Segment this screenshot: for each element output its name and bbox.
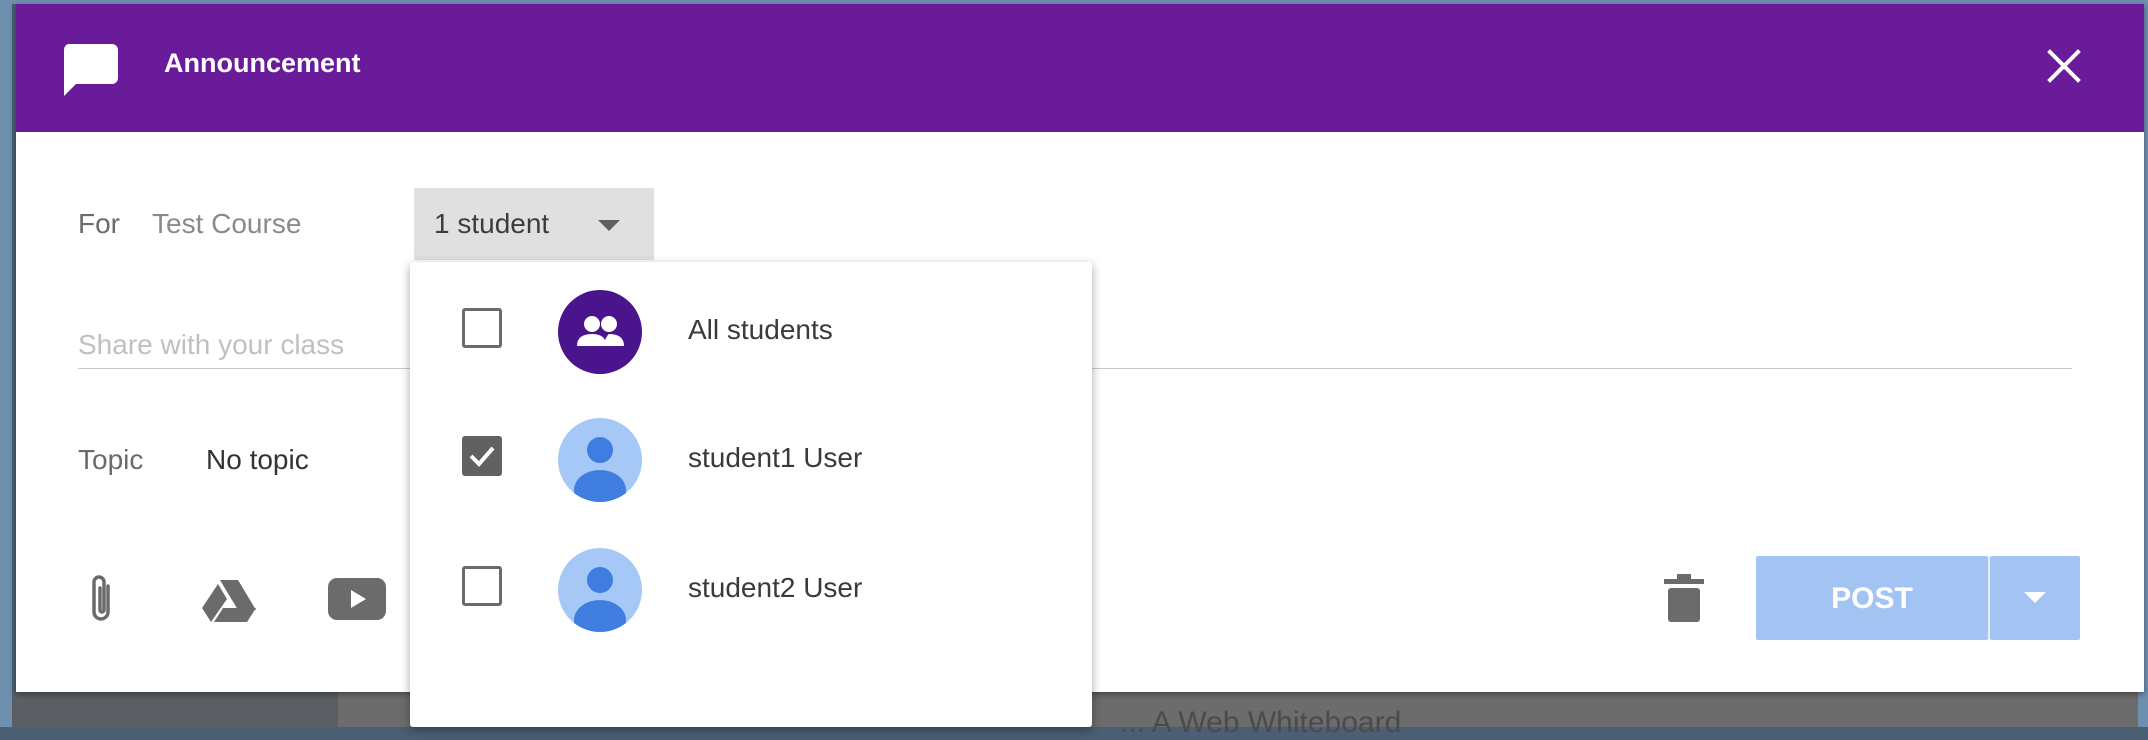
menu-item-label: student2 User [688, 572, 863, 603]
checkbox-checked[interactable] [462, 436, 502, 476]
google-drive-icon[interactable] [202, 578, 256, 622]
group-icon [577, 316, 624, 346]
menu-item-label: student1 User [688, 442, 863, 473]
group-avatar [558, 290, 642, 374]
dialog-title: Announcement [164, 48, 361, 78]
chevron-down-icon [598, 220, 620, 231]
checkbox-unchecked[interactable] [462, 566, 502, 606]
person-icon [574, 567, 626, 632]
audience-menu: All students student1 User student2 User [410, 262, 1092, 727]
post-options-button[interactable] [1990, 556, 2080, 640]
chevron-down-icon [2024, 592, 2046, 603]
menu-item-student2[interactable]: student2 User [410, 520, 1092, 650]
menu-item-all-students[interactable]: All students [410, 262, 1092, 392]
dialog-header: Announcement [16, 4, 2144, 132]
audience-select[interactable]: 1 student [414, 188, 654, 260]
checkbox-unchecked[interactable] [462, 308, 502, 348]
background-sidebar [12, 692, 338, 727]
person-icon [574, 437, 626, 502]
trash-icon[interactable] [1664, 574, 1704, 622]
attachment-icon[interactable] [84, 572, 118, 628]
youtube-icon[interactable] [328, 578, 386, 620]
student-avatar [558, 418, 642, 502]
menu-item-student1[interactable]: student1 User [410, 390, 1092, 520]
post-button[interactable]: POST [1756, 556, 1988, 640]
course-selector[interactable]: Test Course [152, 208, 301, 240]
chat-bubble-icon [63, 44, 118, 96]
checkmark-icon [469, 446, 495, 467]
menu-item-label: All students [688, 314, 833, 345]
topic-select[interactable]: No topic [206, 444, 309, 476]
audience-select-label: 1 student [434, 208, 550, 239]
close-icon[interactable] [2042, 44, 2086, 88]
background-page-text: ... A Web Whiteboard [1120, 706, 1402, 739]
post-button-label: POST [1831, 582, 1913, 615]
window-frame-left [0, 0, 12, 727]
student-avatar [558, 548, 642, 632]
for-label: For [78, 208, 120, 239]
topic-label: Topic [78, 444, 144, 475]
